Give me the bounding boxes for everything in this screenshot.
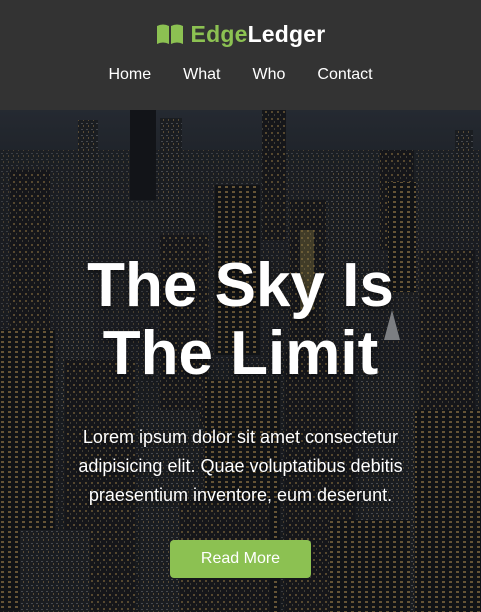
open-book-icon — [156, 24, 183, 44]
hero-content: The Sky Is The Limit Lorem ipsum dolor s… — [0, 110, 481, 612]
nav-link-what[interactable]: What — [167, 64, 236, 86]
main-nav: Home What Who Contact — [0, 64, 481, 86]
brand-name-accent: Edge — [190, 20, 248, 47]
hero-text-line-2: adipisicing elit. Quae voluptatibus debi… — [78, 456, 403, 476]
nav-link-who[interactable]: Who — [236, 64, 301, 86]
nav-link-contact[interactable]: Contact — [301, 64, 388, 86]
read-more-button[interactable]: Read More — [170, 540, 311, 578]
hero-title: The Sky Is The Limit — [20, 252, 461, 388]
brand-logo[interactable]: EdgeLedger — [0, 18, 481, 50]
site-header: EdgeLedger Home What Who Contact — [0, 0, 481, 110]
hero-title-line-1: The Sky Is — [87, 251, 394, 320]
nav-link-home[interactable]: Home — [92, 64, 167, 86]
brand-name: EdgeLedger — [190, 20, 326, 47]
hero-title-line-2: The Limit — [102, 319, 379, 388]
hero-section: The Sky Is The Limit Lorem ipsum dolor s… — [0, 110, 481, 612]
hero-description: Lorem ipsum dolor sit amet consectetur a… — [40, 423, 441, 510]
hero-text-line-1: Lorem ipsum dolor sit amet consectetur — [82, 427, 399, 447]
hero-text-line-3: praesentium inventore, eum deserunt. — [88, 485, 393, 505]
brand-name-rest: Ledger — [247, 20, 326, 47]
